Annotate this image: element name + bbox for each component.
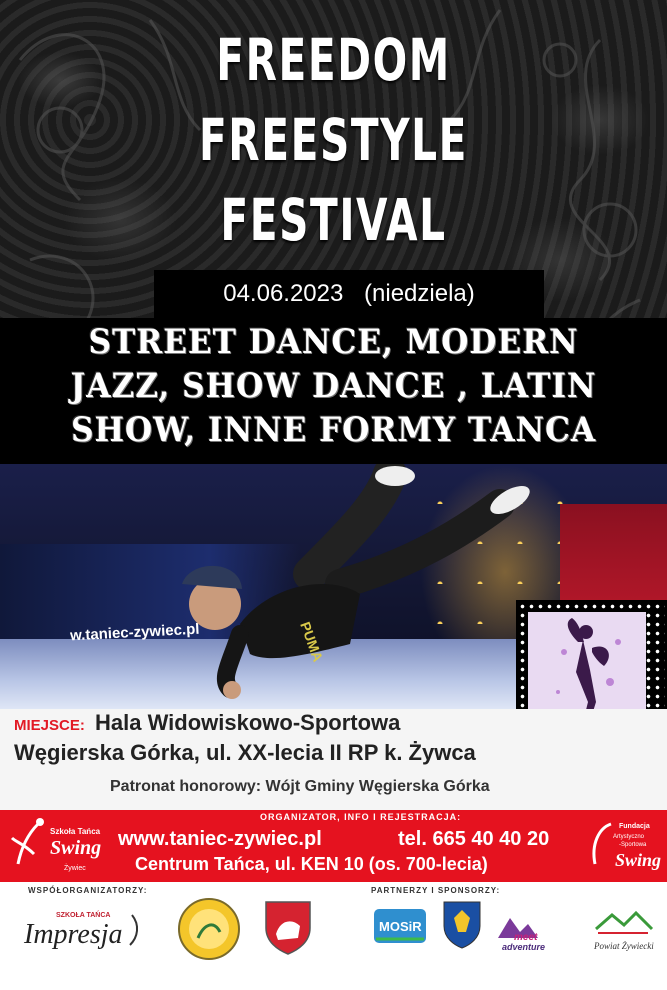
organizer-label: ORGANIZATOR, INFO I REJESTRACJA:	[260, 812, 462, 822]
organizer-phone[interactable]: tel. 665 40 40 20	[398, 828, 549, 851]
svg-text:Impresja: Impresja	[23, 919, 123, 950]
svg-text:SZKOŁA TAŃCA: SZKOŁA TAŃCA	[56, 910, 110, 919]
festival-title-line-3: FESTIVAL	[220, 186, 447, 254]
svg-text:Artystyczno: Artystyczno	[613, 834, 645, 840]
powiat-zywiecki-logo: Powiat Żywiecki	[593, 910, 654, 951]
svg-text:Swing: Swing	[615, 850, 661, 870]
organizer-address: Centrum Tańca, ul. KEN 10 (os. 700-lecia…	[135, 854, 488, 874]
gok-wegierska-gorka-logo	[178, 898, 240, 960]
festival-title-line-2: FREESTYLE	[198, 106, 469, 174]
festival-title-line-1: FREEDOM	[216, 26, 451, 94]
foundation-swing-logo: Fundacja Artystyczno -Sportowa Swing	[592, 822, 661, 870]
genre-line-1: STREET DANCE, MODERN	[88, 322, 579, 362]
mosir-logo: MOSiR	[374, 909, 426, 943]
svg-text:adventure: adventure	[502, 942, 545, 952]
meet-adventure-logo: meet adventure	[498, 918, 545, 952]
organizer-website-link[interactable]: www.taniec-zywiec.pl	[118, 828, 322, 851]
partners-label: PARTNERZY I SPONSORZY:	[371, 886, 501, 895]
breakdancer-figure: PUMA	[182, 464, 530, 699]
co-organizers-label: WSPÓŁORGANIZATORZY:	[28, 886, 148, 895]
powiat-coat-of-arms	[443, 901, 481, 949]
event-date: 04.06.2023	[223, 280, 344, 307]
venue-name-row: MIEJSCE: Hala Widowiskowo-Sportowa	[14, 710, 400, 736]
venue-name: Hala Widowiskowo-Sportowa	[94, 710, 401, 735]
swing-school-logo: Szkoła Tańca Swing Żywiec	[10, 818, 101, 872]
svg-text:-Sportowa: -Sportowa	[619, 842, 647, 848]
genre-line-2: JAZZ, SHOW DANCE , LATIN	[70, 366, 597, 406]
date-box: 04.06.2023 (niedziela)	[154, 270, 544, 318]
event-weekday: (niedziela)	[364, 280, 475, 307]
svg-text:Fundacja: Fundacja	[619, 823, 650, 830]
venue-address: Węgierska Górka, ul. XX-lecia II RP k. Ż…	[14, 740, 476, 765]
impresja-logo: SZKOŁA TAŃCA Impresja	[23, 910, 138, 950]
svg-text:Powiat Żywiecki: Powiat Żywiecki	[593, 941, 654, 951]
svg-text:MOSiR: MOSiR	[379, 919, 422, 934]
svg-text:Szkoła Tańca: Szkoła Tańca	[50, 827, 101, 836]
gmina-coat-of-arms	[265, 901, 311, 955]
venue-label: MIEJSCE:	[14, 717, 85, 734]
festival-poster: FREEDOM FREESTYLE FESTIVAL 04.06.2023 (n…	[0, 0, 667, 990]
svg-text:Swing: Swing	[50, 837, 101, 859]
svg-text:Żywiec: Żywiec	[64, 863, 86, 872]
honorary-patron: Patronat honorowy: Wójt Gminy Węgierska …	[110, 778, 490, 795]
genre-line-3: SHOW, INNE FORMY TANCA	[70, 410, 597, 450]
